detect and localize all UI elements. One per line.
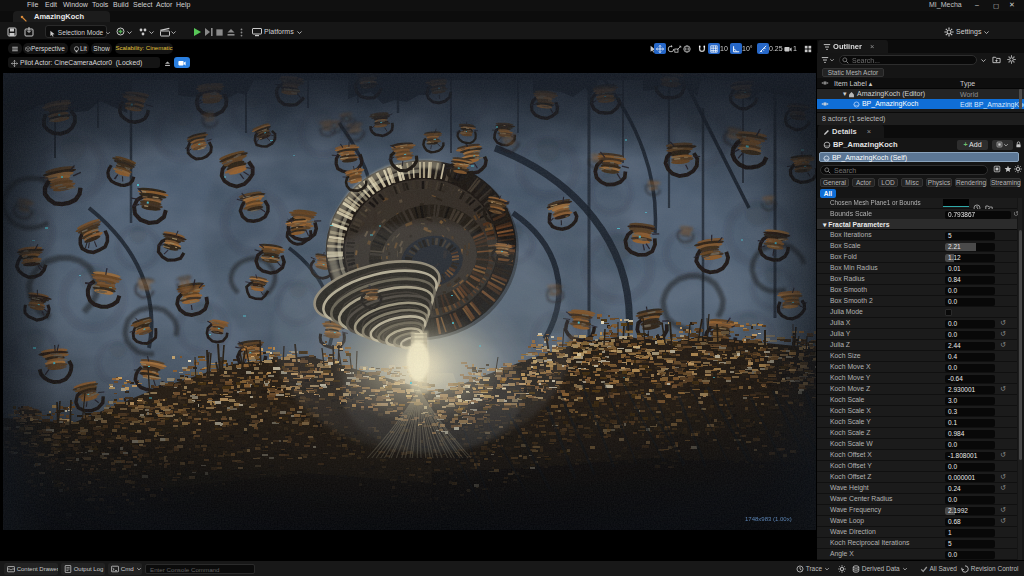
svg-text:1748x983 (1.00x): 1748x983 (1.00x) bbox=[745, 516, 792, 522]
